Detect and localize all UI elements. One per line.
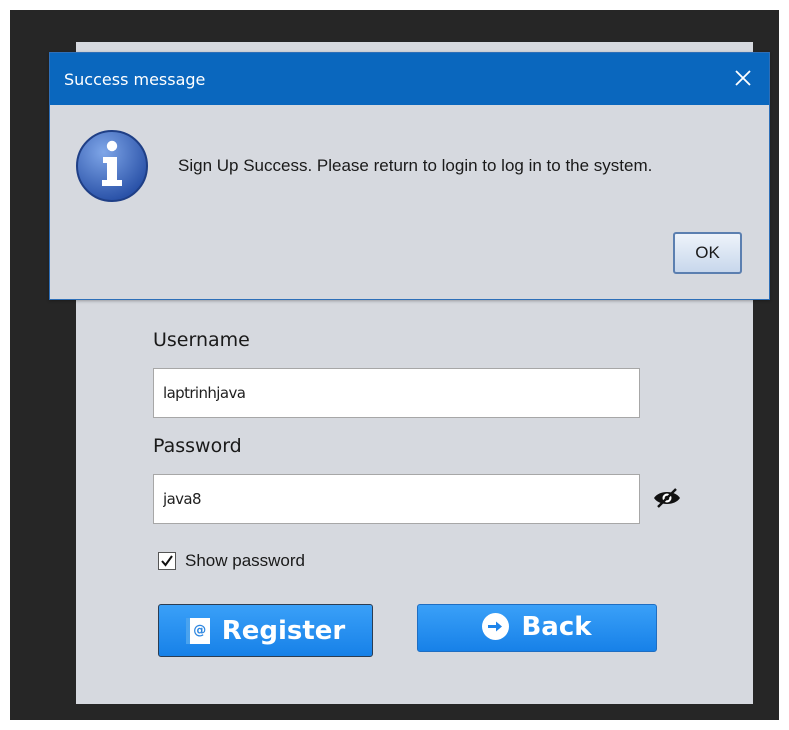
dialog-message: Sign Up Success. Please return to login … xyxy=(178,156,653,175)
register-button-label: Register xyxy=(221,615,346,646)
register-button[interactable]: @ Register xyxy=(158,604,373,657)
close-icon[interactable] xyxy=(731,66,755,90)
eye-icon[interactable] xyxy=(653,487,681,509)
username-field[interactable] xyxy=(153,368,640,418)
email-icon: @ xyxy=(185,617,210,644)
ok-button[interactable]: OK xyxy=(673,232,742,274)
show-password-checkbox[interactable] xyxy=(158,552,176,570)
dialog-title: Success message xyxy=(64,69,206,89)
checkmark-icon xyxy=(161,555,173,567)
info-icon xyxy=(74,128,150,204)
show-password-label: Show password xyxy=(185,551,306,570)
dialog-titlebar[interactable]: Success message xyxy=(50,53,769,105)
arrow-right-icon xyxy=(482,613,510,640)
success-dialog: Success message Sign Up Success. Please … xyxy=(49,52,770,300)
password-label: Password xyxy=(153,435,242,457)
password-field[interactable] xyxy=(153,474,640,524)
password-input[interactable] xyxy=(154,475,639,523)
back-button[interactable]: Back xyxy=(417,604,657,652)
username-label: Username xyxy=(153,329,250,351)
username-input[interactable] xyxy=(154,369,639,417)
back-button-label: Back xyxy=(521,611,592,642)
show-password-toggle[interactable]: Show password xyxy=(158,551,305,571)
